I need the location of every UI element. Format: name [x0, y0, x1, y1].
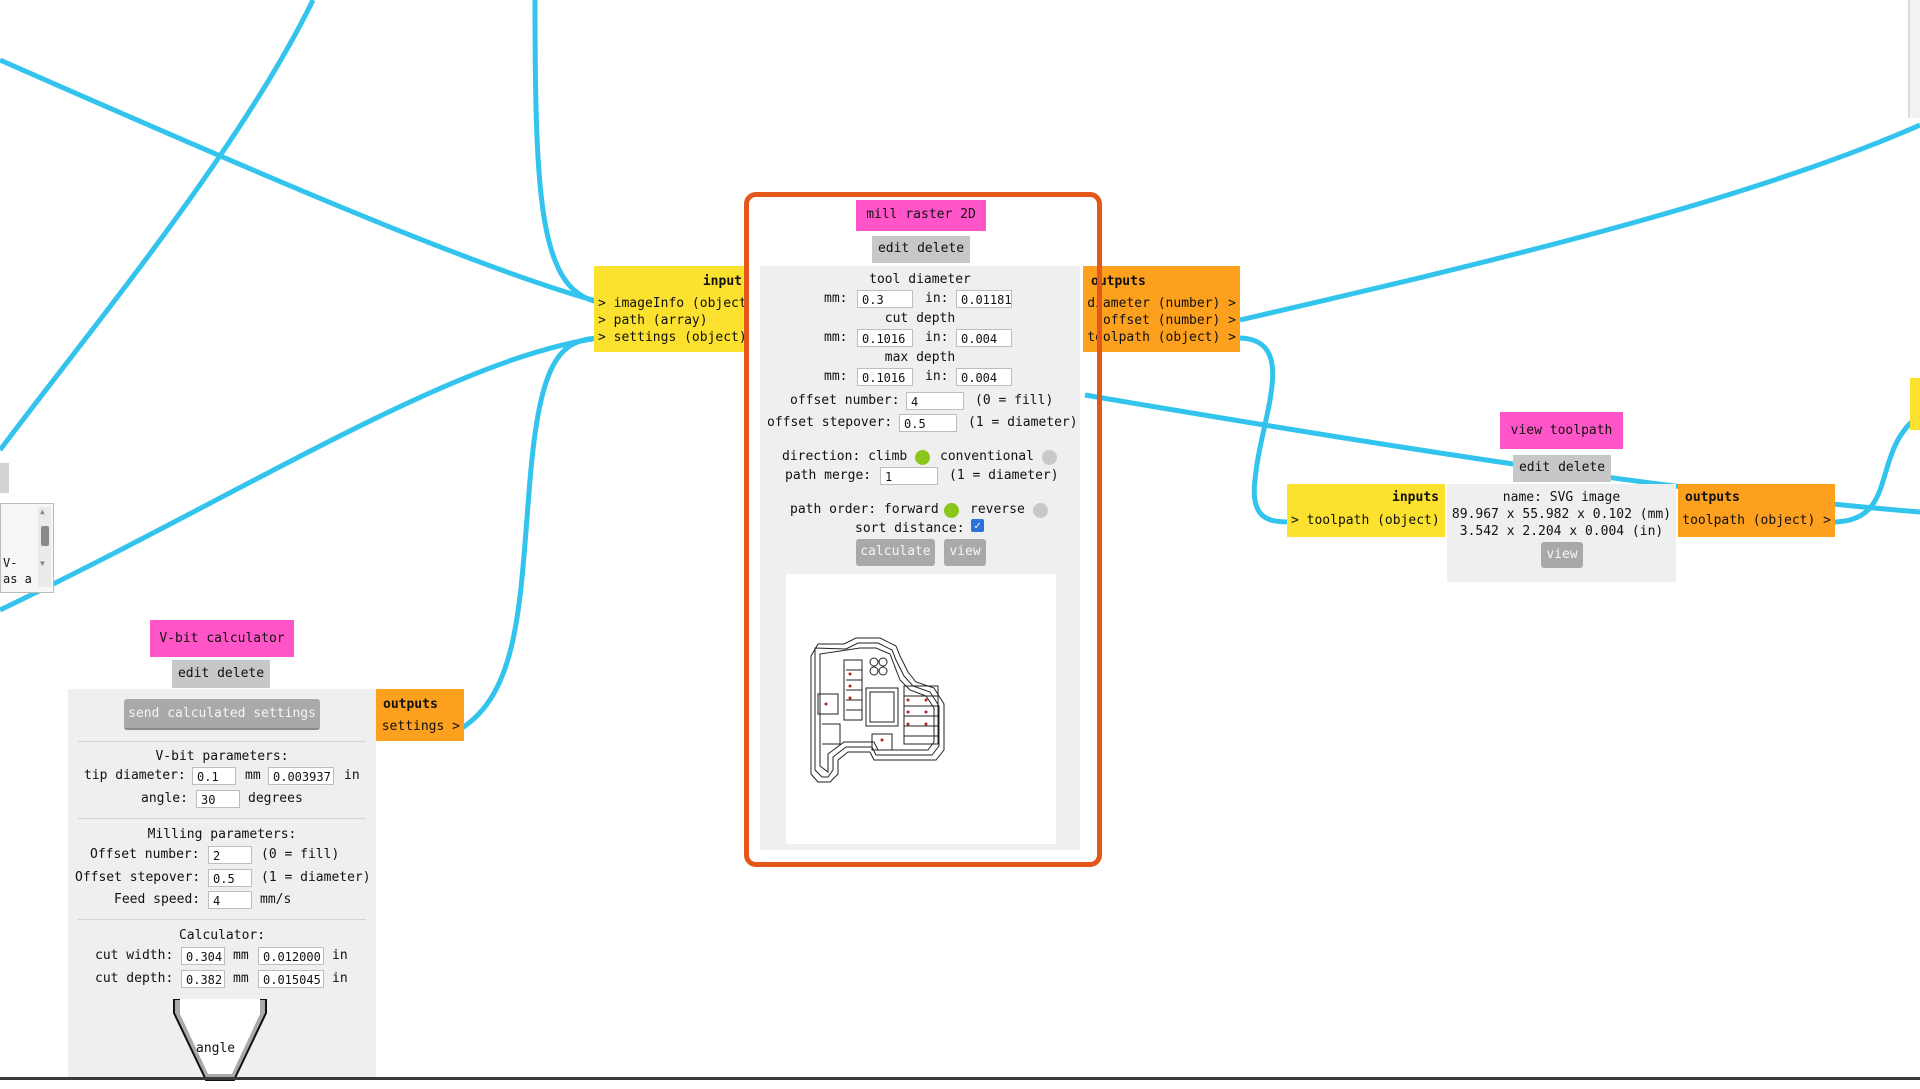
view-toolpath-title[interactable]: view toolpath — [1500, 412, 1623, 449]
vbit-output-settings[interactable]: settings > — [382, 719, 460, 734]
cut-width-mm-output: 0.304 — [181, 947, 225, 965]
vbit-offset-stepover-label: Offset stepover: — [75, 870, 201, 885]
left-textarea-line2: as a — [3, 572, 32, 586]
output-diameter[interactable]: diameter (number) > — [1087, 296, 1236, 311]
partial-inputs-node — [1910, 378, 1920, 430]
view-inputs-label: inputs — [1392, 490, 1439, 505]
view-toolpath-outputs: outputs toolpath (object) > — [1678, 484, 1835, 537]
view-toolpath-inputs: inputs > toolpath (object) — [1287, 484, 1445, 537]
vbit-offset-number-label: Offset number: — [90, 847, 200, 862]
highlight-frame — [744, 192, 1102, 867]
view-toolpath-edit-delete[interactable]: edit delete — [1513, 455, 1611, 482]
cut-depth-mm-output: 0.382 — [181, 970, 225, 988]
feed-speed-input[interactable]: 4 — [208, 891, 252, 909]
partial-node-top-right — [1908, 0, 1920, 118]
input-path[interactable]: > path (array) — [598, 313, 708, 328]
feed-speed-unit: mm/s — [260, 892, 292, 907]
view-input-toolpath[interactable]: > toolpath (object) — [1291, 513, 1440, 528]
cut-width-in-output: 0.012000 — [258, 947, 324, 965]
vbit-diagram-label: angle — [196, 1041, 236, 1056]
angle-unit: degrees — [248, 791, 303, 806]
tip-diameter-in-input[interactable]: 0.003937 — [268, 767, 334, 785]
left-textarea-line1: V- — [3, 556, 18, 570]
input-imageinfo[interactable]: > imageInfo (object — [598, 296, 747, 311]
scroll-thumb[interactable] — [41, 526, 49, 546]
left-textarea[interactable]: V- as a ▲ ▼ — [0, 503, 54, 593]
scroll-down-icon[interactable]: ▼ — [40, 559, 45, 568]
milling-params-heading: Milling parameters: — [147, 827, 297, 842]
tip-diameter-in-unit: in — [344, 768, 360, 783]
divider — [78, 741, 366, 742]
left-textarea-scrollbar[interactable]: ▲ ▼ — [38, 507, 51, 587]
image-name: name: SVG image — [1502, 490, 1621, 505]
tip-diameter-mm-input[interactable]: 0.1 — [192, 767, 236, 785]
angle-label: angle: — [141, 791, 188, 806]
divider — [78, 818, 366, 819]
feed-speed-label: Feed speed: — [114, 892, 201, 907]
tip-diameter-mm-unit: mm — [245, 768, 261, 783]
cut-depth-in-output: 0.015045 — [258, 970, 324, 988]
vbit-offset-number-input[interactable]: 2 — [208, 846, 252, 864]
vbit-outputs: outputs settings > — [376, 689, 464, 741]
output-toolpath[interactable]: toolpath (object) > — [1087, 330, 1236, 345]
cut-width-mm-unit: mm — [233, 948, 249, 963]
vbit-offset-number-hint: (0 = fill) — [261, 847, 340, 862]
vbit-offset-stepover-hint: (1 = diameter) — [261, 870, 371, 885]
send-calculated-settings-button[interactable]: send calculated settings — [124, 699, 320, 730]
image-size-in: 3.542 x 2.204 x 0.004 (in) — [1459, 524, 1664, 539]
angle-input[interactable]: 30 — [196, 790, 240, 808]
scroll-up-icon[interactable]: ▲ — [40, 507, 45, 516]
view-output-toolpath[interactable]: toolpath (object) > — [1682, 513, 1831, 528]
tip-diameter-label: tip diameter: — [84, 768, 186, 783]
vbit-title[interactable]: V-bit calculator — [150, 620, 294, 657]
cut-depth-label-vbit: cut depth: — [95, 971, 174, 986]
view-toolpath-panel: name: SVG image 89.967 x 55.982 x 0.102 … — [1447, 484, 1676, 582]
vbit-params-heading: V-bit parameters: — [155, 749, 289, 764]
cut-width-label: cut width: — [95, 948, 174, 963]
cut-depth-in-unit: in — [332, 971, 348, 986]
vbit-panel: send calculated settings V-bit parameter… — [68, 689, 376, 1081]
cut-depth-mm-unit: mm — [233, 971, 249, 986]
vbit-outputs-label: outputs — [383, 697, 438, 712]
cut-width-in-unit: in — [332, 948, 348, 963]
mill-raster-outputs: outputs diameter (number) > offset (numb… — [1083, 266, 1240, 352]
left-partial-tab — [0, 463, 9, 493]
view-outputs-label: outputs — [1685, 490, 1740, 505]
view-toolpath-view-button[interactable]: view — [1541, 542, 1583, 568]
divider — [78, 919, 366, 920]
input-settings[interactable]: > settings (object) — [598, 330, 747, 345]
mill-raster-inputs: input > imageInfo (object > path (array)… — [594, 266, 747, 352]
vbit-edit-delete[interactable]: edit delete — [172, 660, 270, 688]
calculator-heading: Calculator: — [178, 928, 266, 943]
image-size-mm: 89.967 x 55.982 x 0.102 (mm) — [1451, 507, 1672, 522]
inputs-label: input — [702, 274, 742, 289]
output-offset[interactable]: offset (number) > — [1103, 313, 1236, 328]
vbit-offset-stepover-input[interactable]: 0.5 — [208, 869, 252, 887]
